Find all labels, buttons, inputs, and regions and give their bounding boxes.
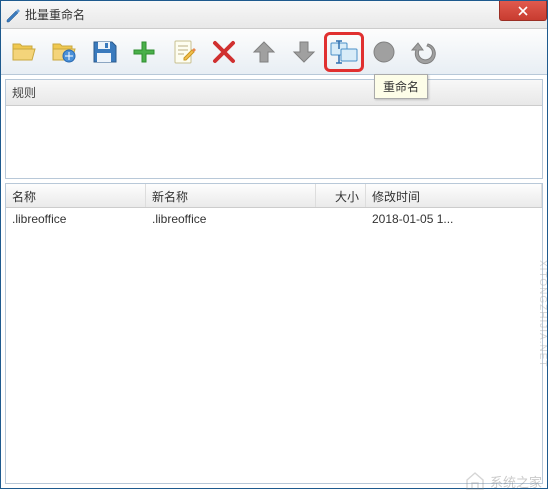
move-down-button[interactable]: [287, 35, 321, 69]
column-header-time[interactable]: 修改时间: [366, 184, 542, 207]
open-file-button[interactable]: [47, 35, 81, 69]
column-header-size[interactable]: 大小: [316, 184, 366, 207]
undo-button[interactable]: [407, 35, 441, 69]
app-window: 批量重命名: [0, 0, 548, 489]
watermark: 系统之家: [464, 470, 542, 492]
watermark-url: XITONGZHIJIA.NET: [537, 260, 548, 368]
column-header-newname[interactable]: 新名称: [146, 184, 316, 207]
titlebar: 批量重命名: [1, 1, 547, 29]
save-button[interactable]: [87, 35, 121, 69]
toolbar: [1, 29, 547, 75]
file-table-header: 名称 新名称 大小 修改时间: [6, 184, 542, 208]
table-row[interactable]: .libreoffice .libreoffice 2018-01-05 1..…: [6, 208, 542, 230]
file-panel: 名称 新名称 大小 修改时间 .libreoffice .libreoffice…: [5, 183, 543, 484]
record-button[interactable]: [367, 35, 401, 69]
delete-button[interactable]: [207, 35, 241, 69]
cell-newname: .libreoffice: [146, 210, 316, 228]
rules-list[interactable]: [6, 106, 542, 178]
window-title: 批量重命名: [25, 6, 85, 23]
open-folder-button[interactable]: [7, 35, 41, 69]
app-icon: [5, 7, 21, 23]
cell-time: 2018-01-05 1...: [366, 210, 542, 228]
rename-button[interactable]: [327, 35, 361, 69]
edit-button[interactable]: [167, 35, 201, 69]
move-up-button[interactable]: [247, 35, 281, 69]
watermark-text: 系统之家: [490, 472, 542, 491]
rename-tooltip: 重命名: [374, 74, 428, 99]
rules-header: 规则: [6, 80, 542, 106]
add-button[interactable]: [127, 35, 161, 69]
column-header-name[interactable]: 名称: [6, 184, 146, 207]
rules-panel: 规则: [5, 79, 543, 179]
close-button[interactable]: [499, 1, 547, 21]
cell-name: .libreoffice: [6, 210, 146, 228]
cell-size: [316, 217, 366, 221]
file-table-body[interactable]: .libreoffice .libreoffice 2018-01-05 1..…: [6, 208, 542, 483]
